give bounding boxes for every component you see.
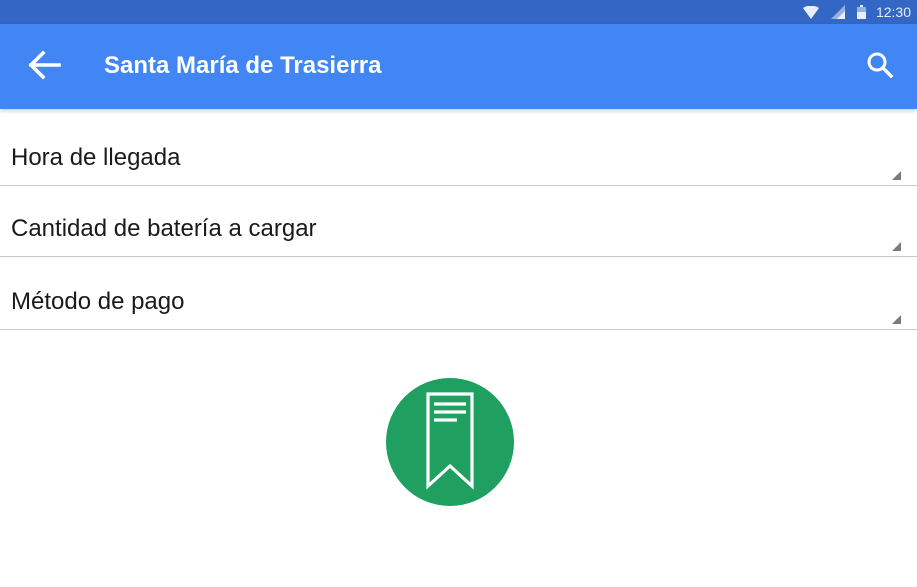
dropdown-triangle-icon (892, 315, 901, 324)
arrival-time-select[interactable]: Hora de llegada (0, 114, 917, 186)
app-bar: Santa María de Trasierra (0, 24, 917, 109)
search-icon (866, 51, 894, 84)
back-button[interactable] (20, 46, 68, 88)
battery-icon (856, 5, 866, 19)
reserve-button[interactable] (386, 378, 514, 506)
search-button[interactable] (859, 46, 901, 88)
status-bar: 12:30 (0, 0, 917, 24)
status-time: 12:30 (875, 4, 911, 20)
dropdown-triangle-icon (892, 171, 901, 180)
arrow-back-icon (27, 49, 61, 85)
dropdown-triangle-icon (892, 242, 901, 251)
wifi-icon (802, 5, 819, 19)
payment-method-select[interactable]: Método de pago (0, 258, 917, 330)
receipt-bookmark-icon (424, 390, 476, 495)
arrival-time-label: Hora de llegada (11, 144, 181, 171)
signal-icon (830, 5, 845, 19)
payment-method-label: Método de pago (11, 288, 185, 315)
battery-amount-label: Cantidad de batería a cargar (11, 215, 317, 242)
battery-amount-select[interactable]: Cantidad de batería a cargar (0, 185, 917, 257)
page-title: Santa María de Trasierra (104, 52, 382, 79)
